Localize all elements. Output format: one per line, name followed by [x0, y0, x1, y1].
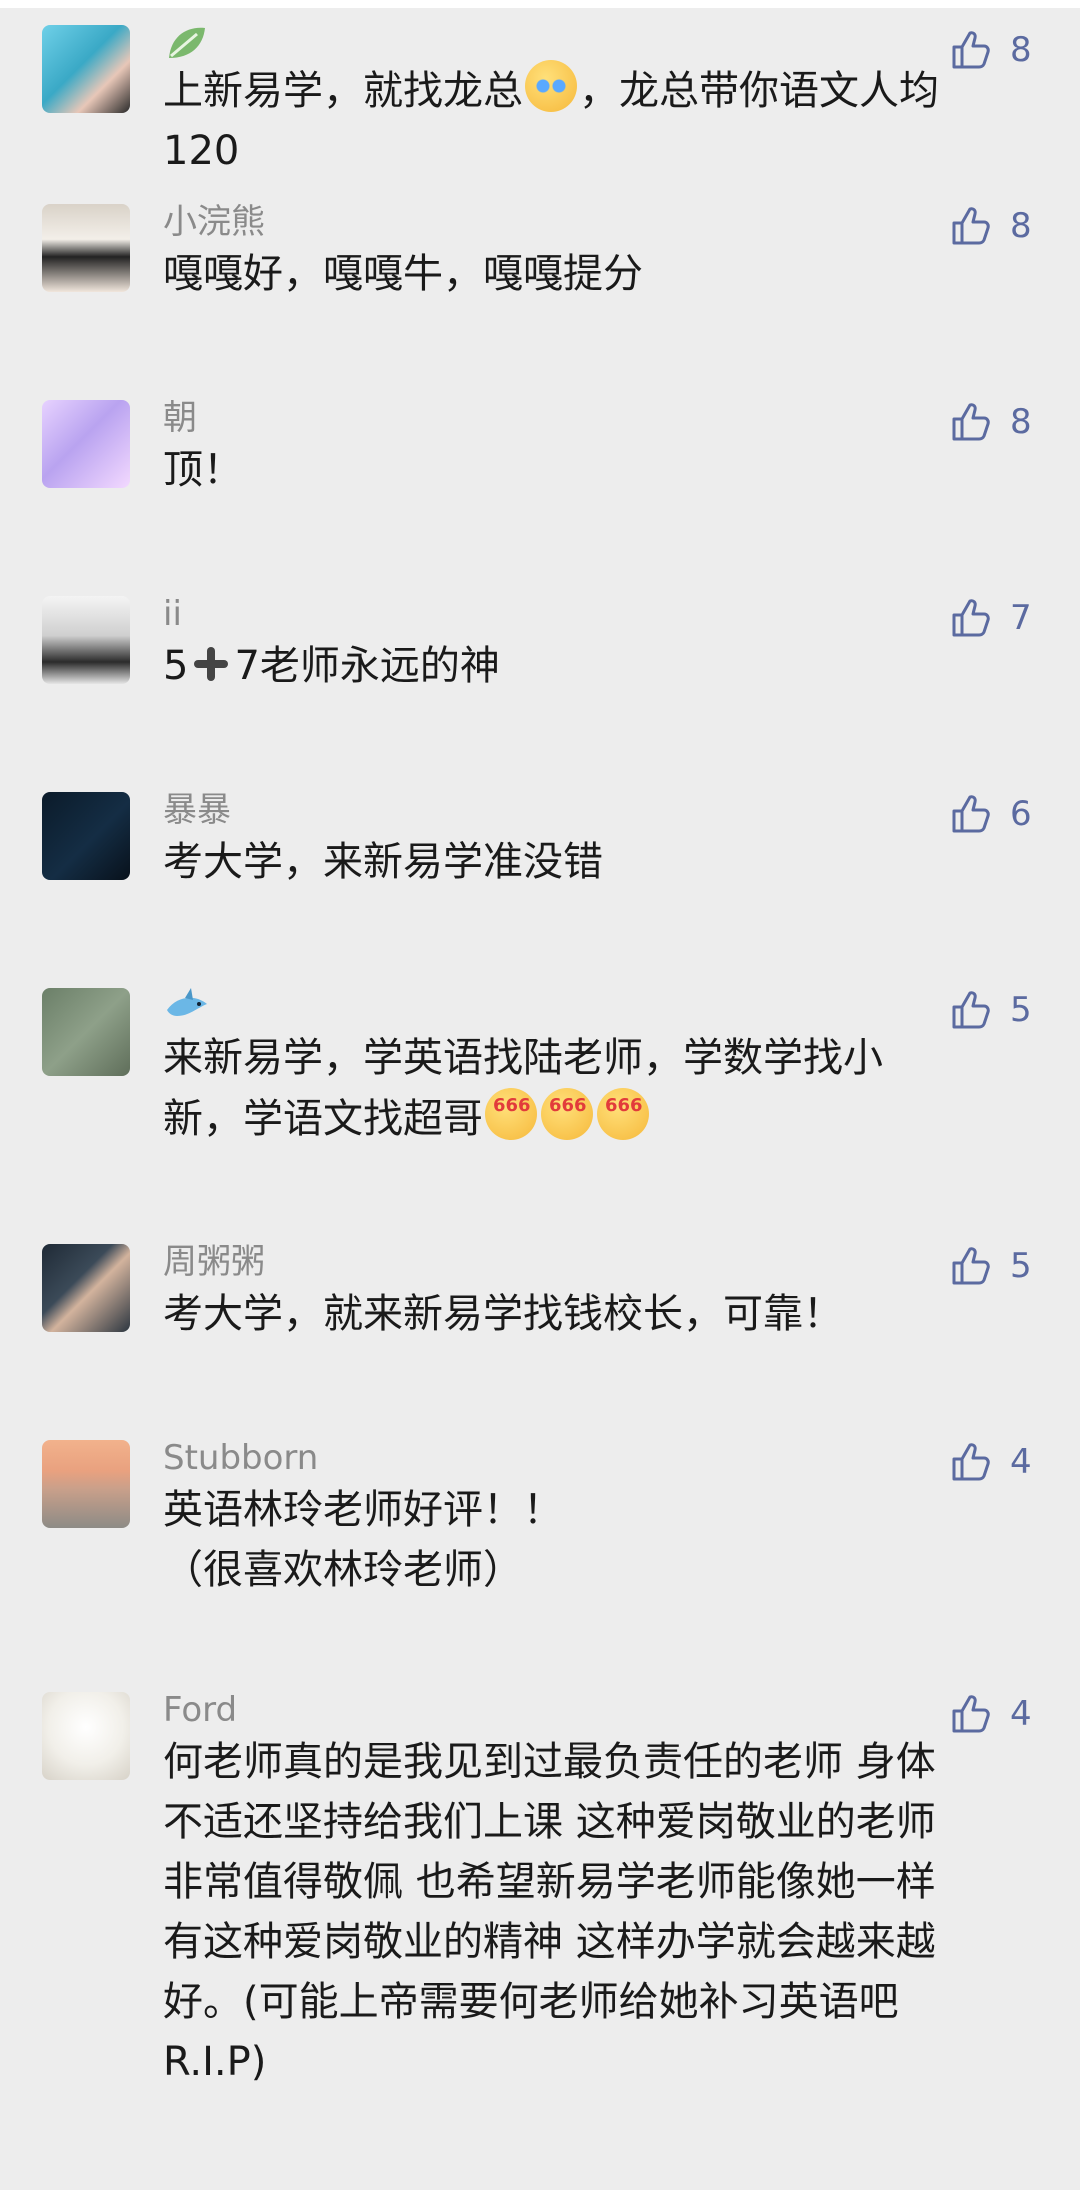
- comment-text: 英语林玲老师好评！！ （很喜欢林玲老师）: [163, 1487, 563, 1593]
- avatar[interactable]: [42, 1244, 130, 1332]
- like-count: 4: [1010, 1442, 1032, 1482]
- comment-text: 5 7老师永远的神: [163, 643, 500, 689]
- avatar[interactable]: [42, 1440, 130, 1528]
- like-button[interactable]: 8: [950, 400, 1032, 444]
- like-button[interactable]: 4: [950, 1692, 1032, 1736]
- like-count: 5: [1010, 1246, 1032, 1286]
- avatar[interactable]: [42, 400, 130, 488]
- like-button[interactable]: 5: [950, 1244, 1032, 1288]
- like-button[interactable]: 4: [950, 1440, 1032, 1484]
- like-button[interactable]: 7: [950, 596, 1032, 640]
- avatar[interactable]: [42, 1692, 130, 1780]
- like-count: 5: [1010, 990, 1032, 1030]
- shark-icon: [167, 988, 207, 1016]
- thumbs-up-icon: [952, 403, 990, 441]
- 666-emoji-icon: [597, 1076, 649, 1140]
- thumbs-up-icon: [952, 1443, 990, 1481]
- like-count: 7: [1010, 598, 1032, 638]
- commenter-name: 周粥粥: [163, 1242, 265, 1282]
- 666-emoji-icon: [485, 1076, 537, 1140]
- commenter-name: ii: [163, 594, 182, 634]
- 666-emoji-icon: [541, 1076, 593, 1140]
- like-count: 4: [1010, 1694, 1032, 1734]
- crying-emoji-icon: [525, 60, 577, 112]
- thumbs-up-icon: [952, 795, 990, 833]
- thumbs-up-icon: [952, 991, 990, 1029]
- commenter-name: 朝: [163, 398, 197, 438]
- like-count: 8: [1010, 402, 1032, 442]
- thumbs-up-icon: [952, 599, 990, 637]
- like-button[interactable]: 5: [950, 988, 1032, 1032]
- comment-text: 顶！: [163, 447, 243, 493]
- comment-text: 考大学，来新易学准没错: [163, 839, 603, 885]
- commenter-name: 小浣熊: [163, 202, 265, 242]
- commenter-name: Ford: [163, 1690, 238, 1730]
- leaf-icon: [169, 27, 205, 58]
- like-count: 6: [1010, 794, 1032, 834]
- like-button[interactable]: 8: [950, 204, 1032, 248]
- thumbs-up-icon: [952, 1247, 990, 1285]
- comment-text: 考大学，就来新易学找钱校长，可靠！: [163, 1291, 843, 1337]
- like-button[interactable]: 6: [950, 792, 1032, 836]
- like-count: 8: [1010, 206, 1032, 246]
- commenter-name: Stubborn: [163, 1438, 319, 1478]
- thumbs-up-icon: [952, 207, 990, 245]
- commenter-name: 暴暴: [163, 790, 231, 830]
- comment-text: 上新易学，就找龙总 ，龙总带你语文人均 120: [163, 60, 1033, 181]
- avatar[interactable]: [42, 792, 130, 880]
- comment-text: 来新易学，学英语找陆老师，学数学找小 新，学语文找超哥: [163, 1028, 1033, 1149]
- avatar[interactable]: [42, 204, 130, 292]
- avatar[interactable]: [42, 988, 130, 1076]
- thumbs-up-icon: [952, 1695, 990, 1733]
- comment-text: 何老师真的是我见到过最负责任的老师 身体 不适还坚持给我们上课 这种爱岗敬业的老…: [163, 1739, 936, 2085]
- avatar[interactable]: [42, 25, 130, 113]
- comment-list: 8 上新易学，就找龙总 ，龙总带你语文人均 120 小浣熊 8 嘎嘎好，嘎嘎牛，嘎…: [0, 8, 1080, 2190]
- comment-text: 嘎嘎好，嘎嘎牛，嘎嘎提分: [163, 251, 643, 297]
- plus-emoji-icon: [190, 643, 232, 685]
- avatar[interactable]: [42, 596, 130, 684]
